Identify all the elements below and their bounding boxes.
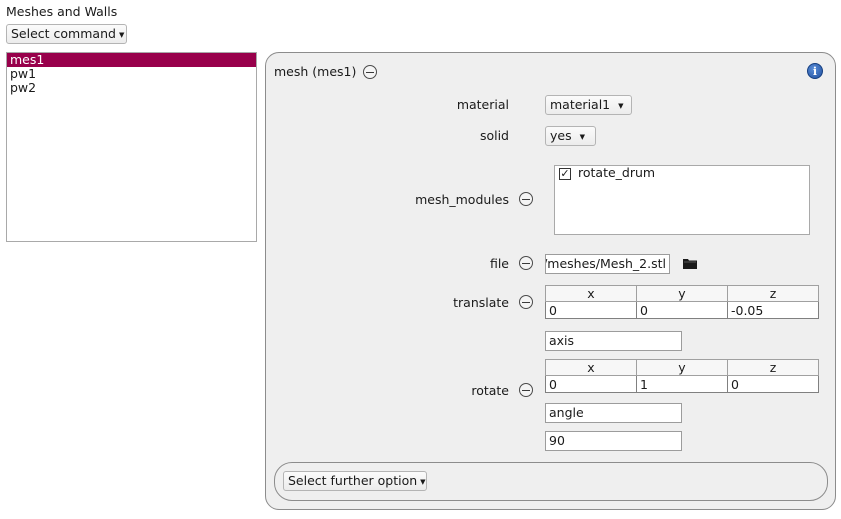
- rotate-x-cell[interactable]: 0: [545, 375, 637, 393]
- remove-mesh-modules-minus-icon[interactable]: [519, 192, 533, 206]
- column-header-y: y: [636, 285, 728, 302]
- solid-value: yes: [550, 128, 572, 143]
- mesh-modules-label: mesh_modules: [415, 192, 509, 207]
- remove-rotate-minus-icon[interactable]: [519, 383, 533, 397]
- list-item[interactable]: pw1: [7, 67, 256, 81]
- file-path-value: y/meshes/Mesh_2.stl: [545, 256, 666, 271]
- checkbox-icon[interactable]: ✓: [559, 168, 571, 180]
- select-command-dropdown[interactable]: Select command ▼: [6, 24, 127, 44]
- file-label: file: [489, 256, 509, 271]
- dropdown-arrow-icon: ▼: [618, 101, 624, 110]
- rotate-z-cell[interactable]: 0: [727, 375, 819, 393]
- list-item[interactable]: pw2: [7, 81, 256, 95]
- column-header-x: x: [545, 359, 637, 376]
- dropdown-arrow-icon: ▼: [579, 132, 585, 141]
- column-header-z: z: [727, 359, 819, 376]
- remove-file-minus-icon[interactable]: [519, 256, 533, 270]
- translate-y-cell[interactable]: 0: [636, 301, 728, 319]
- rotate-label: rotate: [471, 383, 509, 398]
- page-title: Meshes and Walls: [6, 4, 118, 19]
- info-icon[interactable]: i: [807, 63, 823, 79]
- column-header-x: x: [545, 285, 637, 302]
- folder-icon[interactable]: [683, 258, 697, 269]
- material-label: material: [456, 97, 509, 112]
- translate-x-cell[interactable]: 0: [545, 301, 637, 319]
- translate-label: translate: [453, 295, 509, 310]
- rotate-angle-value-input[interactable]: 90: [545, 431, 682, 451]
- solid-label: solid: [479, 128, 509, 143]
- select-further-option-dropdown[interactable]: Select further option ▼: [283, 471, 427, 491]
- column-header-z: z: [727, 285, 819, 302]
- remove-translate-minus-icon[interactable]: [519, 295, 533, 309]
- rotate-y-cell[interactable]: 1: [636, 375, 728, 393]
- further-option-label: Select further option: [288, 473, 418, 488]
- collapse-panel-minus-icon[interactable]: [363, 65, 377, 79]
- rotate-angle-field[interactable]: angle: [545, 403, 682, 423]
- panel-title: mesh (mes1): [274, 64, 357, 79]
- material-dropdown[interactable]: material1 ▼: [545, 95, 632, 115]
- dropdown-arrow-icon: ▼: [118, 30, 125, 39]
- object-list[interactable]: mes1 pw1 pw2: [6, 52, 257, 242]
- translate-z-cell[interactable]: -0.05: [727, 301, 819, 319]
- file-path-input[interactable]: y/meshes/Mesh_2.stl: [545, 254, 670, 274]
- rotate-axis-field[interactable]: axis: [545, 331, 682, 351]
- dropdown-arrow-icon: ▼: [420, 477, 426, 486]
- module-rotate-drum-label: rotate_drum: [578, 165, 656, 180]
- select-command-label: Select command: [11, 26, 116, 41]
- column-header-y: y: [636, 359, 728, 376]
- list-item[interactable]: mes1: [7, 53, 256, 67]
- rotate-axis-table: x y z 0 1 0: [545, 359, 819, 393]
- material-value: material1: [550, 97, 611, 112]
- solid-dropdown[interactable]: yes ▼: [545, 126, 596, 146]
- translate-vector-table: x y z 0 0 -0.05: [545, 285, 819, 319]
